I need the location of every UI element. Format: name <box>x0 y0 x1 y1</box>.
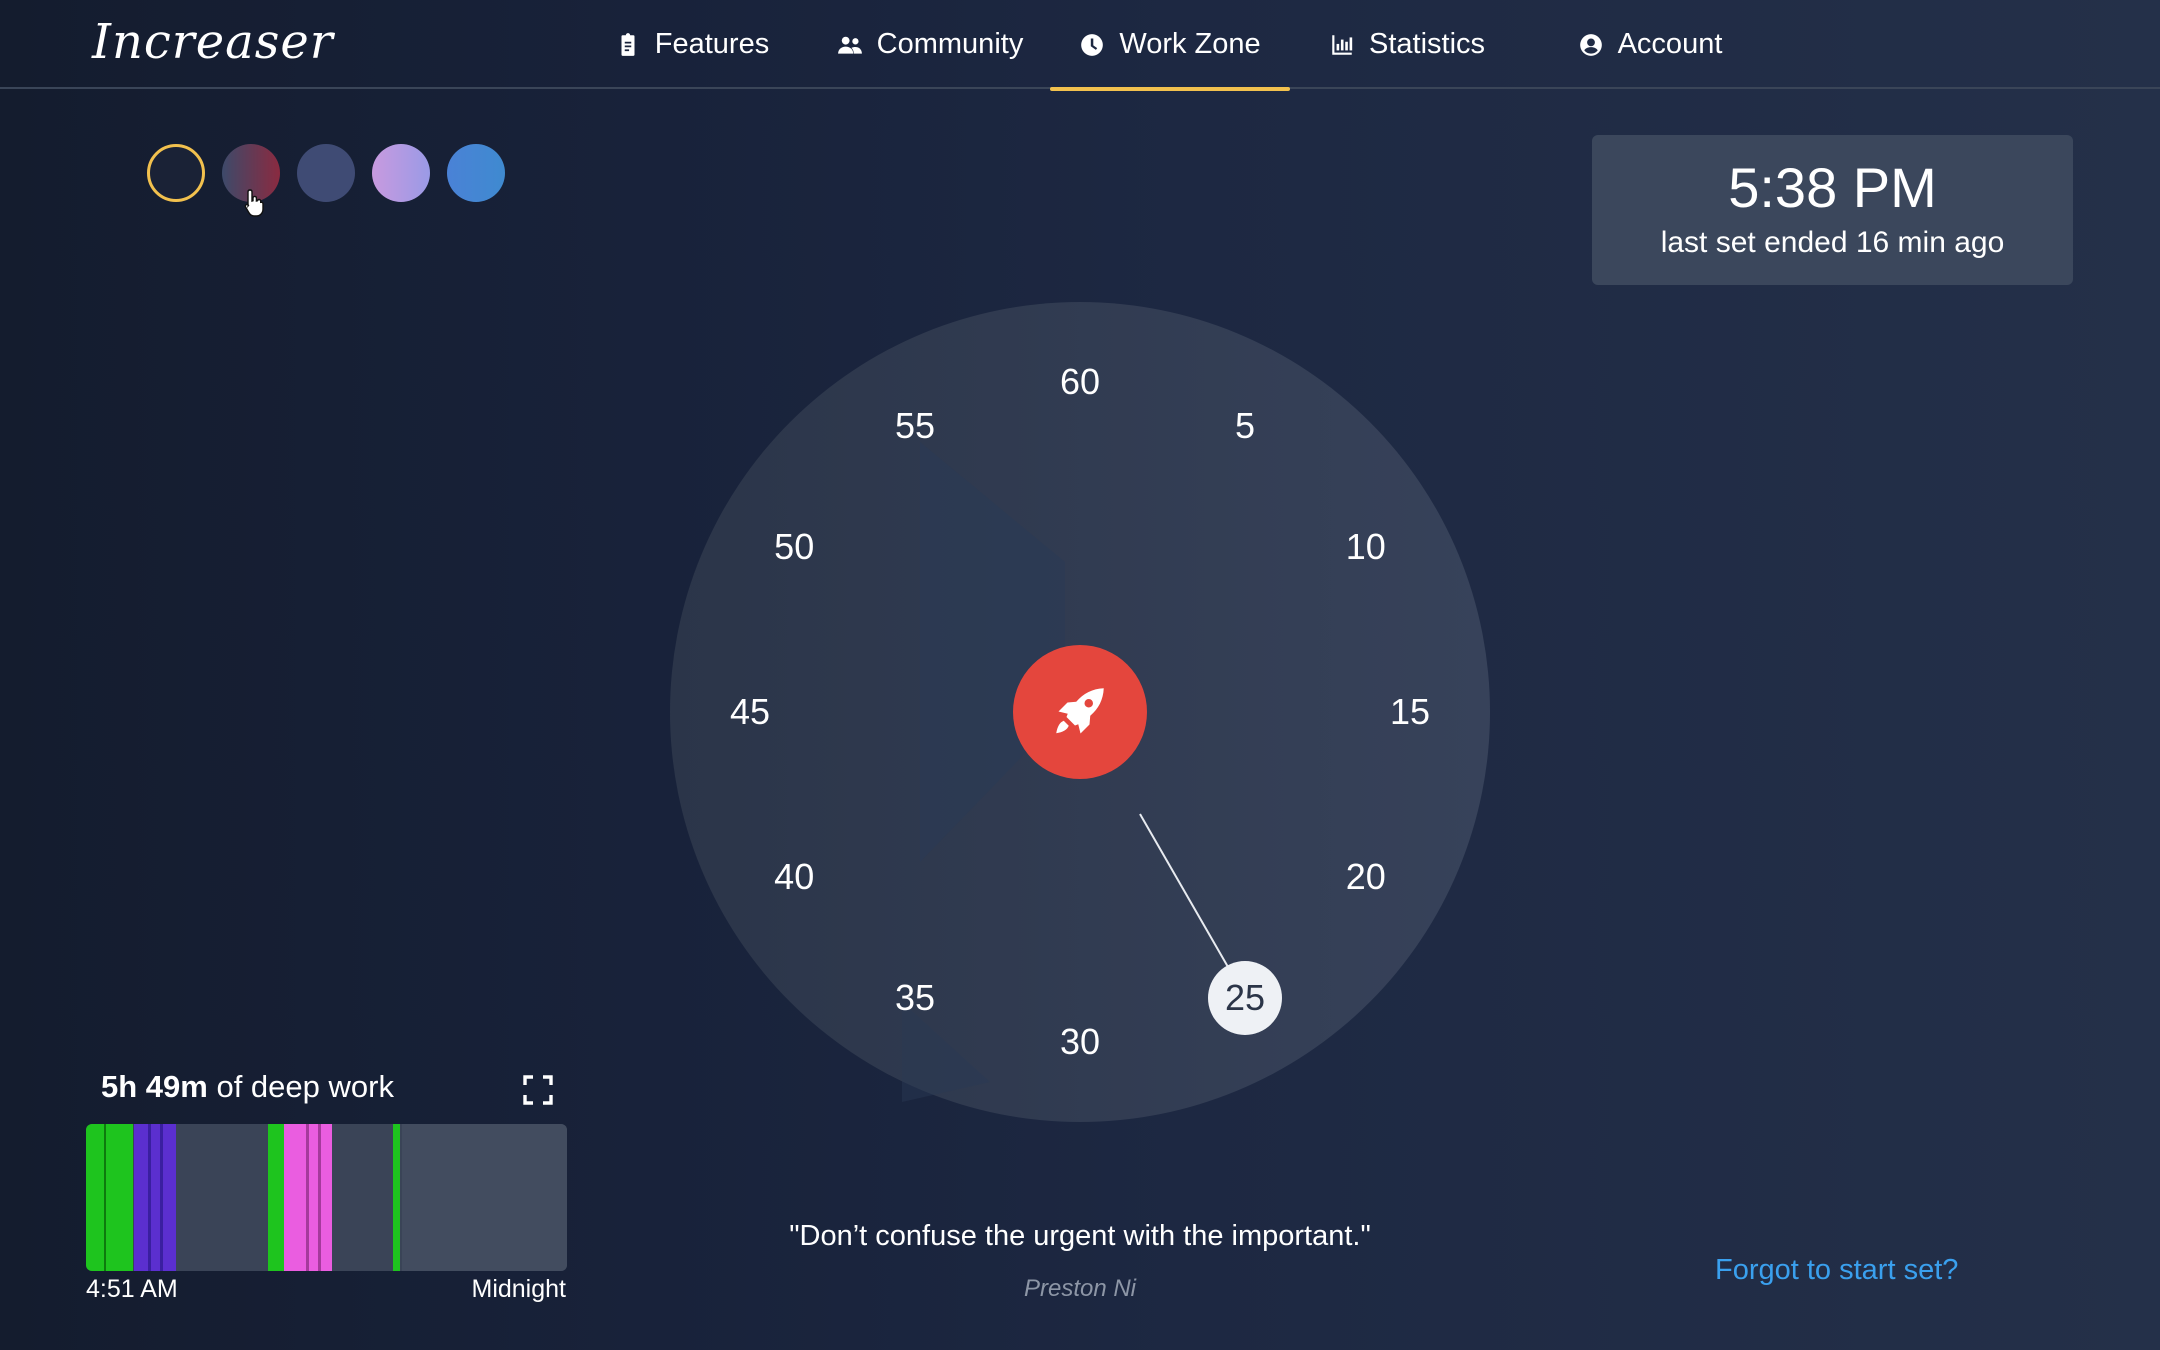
theme-swatch-lavender[interactable] <box>372 144 430 202</box>
brand-logo[interactable]: Increaser <box>92 14 334 70</box>
deep-work-timeline <box>86 1124 567 1271</box>
bar-chart-icon <box>1332 34 1353 55</box>
nav-community[interactable]: Community <box>830 0 1030 89</box>
dial-minute-20[interactable]: 20 <box>1326 855 1406 899</box>
dial-minute-10[interactable]: 10 <box>1326 525 1406 569</box>
clock-icon <box>1081 33 1104 56</box>
session-divider <box>306 1124 309 1271</box>
session-duration-dial[interactable]: 60 5 10 15 20 25 30 35 40 45 50 55 <box>670 302 1490 1122</box>
dial-minute-50[interactable]: 50 <box>754 525 834 569</box>
dial-minute-55[interactable]: 55 <box>875 404 955 448</box>
expand-icon[interactable] <box>522 1074 554 1106</box>
session-divider <box>104 1124 106 1271</box>
nav-label: Statistics <box>1368 28 1486 60</box>
current-time: 5:38 PM <box>1728 156 1937 219</box>
work-session-segment <box>393 1124 400 1271</box>
motivational-quote: "Don’t confuse the urgent with the impor… <box>789 1220 1371 1252</box>
nav-statistics[interactable]: Statistics <box>1322 0 1492 89</box>
theme-swatch-sky[interactable] <box>447 144 505 202</box>
theme-swatch-midnight[interactable] <box>147 144 205 202</box>
user-circle-icon <box>1579 33 1602 56</box>
work-session-segment <box>134 1124 176 1271</box>
users-icon <box>837 36 862 54</box>
forgot-to-start-set-link[interactable]: Forgot to start set? <box>1715 1254 1958 1287</box>
timeline-end-time: Midnight <box>471 1275 567 1303</box>
dial-minute-5[interactable]: 5 <box>1205 404 1285 448</box>
session-divider <box>148 1124 151 1271</box>
nav-label: Features <box>654 28 770 60</box>
session-divider <box>318 1124 321 1271</box>
dial-minute-15[interactable]: 15 <box>1370 690 1450 734</box>
work-session-segment <box>268 1124 284 1271</box>
timeline-start-time: 4:51 AM <box>86 1275 178 1303</box>
dial-selected-minutes[interactable]: 25 <box>1208 960 1282 1035</box>
top-navigation-bar: Increaser Features Community Work Zone S… <box>0 0 2160 91</box>
rocket-icon <box>1056 688 1104 734</box>
dial-minute-30[interactable]: 30 <box>1040 1020 1120 1064</box>
nav-label: Work Zone <box>1119 28 1261 60</box>
nav-label: Community <box>876 28 1024 60</box>
dial-minute-35[interactable]: 35 <box>875 976 955 1020</box>
work-session-segment <box>86 1124 133 1271</box>
dial-minute-60[interactable]: 60 <box>1040 360 1120 404</box>
dial-minute-40[interactable]: 40 <box>754 855 834 899</box>
clipboard-icon <box>621 32 635 56</box>
nav-label: Account <box>1617 28 1723 60</box>
nav-account[interactable]: Account <box>1570 0 1730 89</box>
current-time-card: 5:38 PM last set ended 16 min ago <box>1592 135 2073 285</box>
deep-work-suffix: of deep work <box>207 1069 394 1104</box>
session-divider <box>160 1124 163 1271</box>
deep-work-total: 5h 49m <box>101 1069 208 1104</box>
hand-cursor-icon <box>244 189 264 217</box>
remaining-day-segment <box>402 1124 567 1271</box>
nav-work-zone[interactable]: Work Zone <box>1050 0 1290 91</box>
deep-work-summary: 5h 49m of deep work <box>101 1069 394 1105</box>
start-session-button[interactable] <box>1013 645 1147 779</box>
nav-features[interactable]: Features <box>612 0 772 89</box>
quote-author: Preston Ni <box>1023 1275 1137 1302</box>
last-set-status: last set ended 16 min ago <box>1660 226 2005 259</box>
theme-swatch-indigo[interactable] <box>297 144 355 202</box>
dial-minute-45[interactable]: 45 <box>710 690 790 734</box>
